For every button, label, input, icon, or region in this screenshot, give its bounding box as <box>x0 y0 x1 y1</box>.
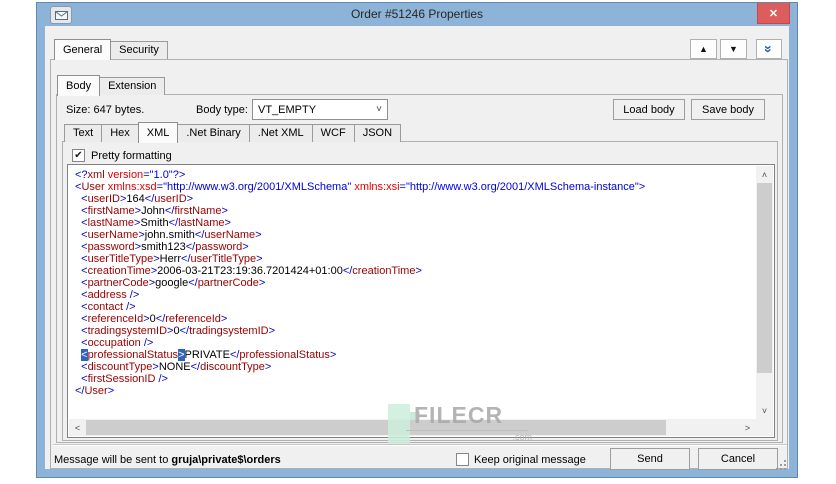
tab-general[interactable]: General <box>54 39 112 60</box>
size-label: Size: 647 bytes. <box>66 104 145 116</box>
tab-body[interactable]: Body <box>57 75 101 96</box>
xml-content: <?xml version="1.0"?> <User xmlns:xsd="ht… <box>69 166 756 419</box>
scroll-up-icon[interactable]: ˄ <box>756 166 773 183</box>
body-type-select[interactable]: VT_EMPTY ˅ <box>252 99 388 120</box>
down-arrow-icon: ▼ <box>729 43 738 54</box>
xml-line: <tradingsystemID>0</tradingsystemID> <box>81 325 276 337</box>
collapse-button[interactable]: » <box>756 39 782 59</box>
move-previous-message-button[interactable]: ▲ <box>690 39 717 59</box>
tab--net-xml[interactable]: .Net XML <box>248 124 313 142</box>
dialog-body: General Security ▲ ▼ » Body Extension Size… <box>45 26 789 472</box>
up-arrow-icon: ▲ <box>699 43 708 54</box>
tab--net-binary[interactable]: .Net Binary <box>177 124 250 142</box>
xml-line: <userID>164</userID> <box>81 193 194 205</box>
vertical-scroll-thumb[interactable] <box>757 183 772 373</box>
body-type-label: Body type: <box>196 104 248 116</box>
close-button[interactable]: ✕ <box>757 3 790 24</box>
xml-viewer[interactable]: <?xml version="1.0"?> <User xmlns:xsd="ht… <box>67 164 775 438</box>
watermark-suffix: .com <box>512 432 532 442</box>
xml-line: <password>smith123</password> <box>81 241 249 253</box>
xml-line: <partnerCode>google</partnerCode> <box>81 277 266 289</box>
keep-original-checkbox[interactable] <box>456 453 469 466</box>
chevron-down-icon: ˅ <box>376 104 382 115</box>
envelope-icon <box>50 6 72 24</box>
send-button[interactable]: Send <box>610 448 690 470</box>
xml-vertical-scrollbar[interactable]: ˄ ˅ <box>756 166 773 419</box>
watermark-text: FILECR <box>414 402 504 428</box>
pretty-formatting-checkbox[interactable]: ✔ <box>72 149 85 162</box>
scroll-down-icon[interactable]: ˅ <box>756 402 773 419</box>
filecr-logo-icon <box>388 404 420 444</box>
close-icon: ✕ <box>768 7 779 20</box>
xml-line: <firstSessionID /> <box>81 373 168 385</box>
watermark-divider <box>406 430 528 431</box>
tab-xml[interactable]: XML <box>137 122 179 143</box>
xml-line: <creationTime>2006-03-21T23:19:36.720142… <box>81 265 422 277</box>
tab-json[interactable]: JSON <box>353 124 402 142</box>
xml-line: <userTitleType>Herr</userTitleType> <box>81 253 263 265</box>
filecr-watermark: FILECR .com <box>388 402 534 446</box>
keep-original-label: Keep original message <box>474 454 586 466</box>
titlebar[interactable]: Order #51246 Properties ✕ <box>37 3 797 26</box>
destination-message: Message will be sent to gruja\private$\or… <box>54 450 281 470</box>
double-chevron-down-icon: » <box>760 45 777 53</box>
properties-dialog: Order #51246 Properties ✕ General Securit… <box>36 2 798 478</box>
body-tabs: Body Extension <box>57 74 166 96</box>
format-tabs: Text Hex XML .Net Binary .Net XML WCF JSON <box>64 121 402 143</box>
screenshot-canvas: Order #51246 Properties ✕ General Securit… <box>0 0 836 484</box>
xml-line: </User> <box>75 385 115 397</box>
scrollbar-corner <box>756 419 773 436</box>
message-prefix: Message will be sent to <box>54 454 169 466</box>
scroll-left-icon[interactable]: ˂ <box>69 419 86 436</box>
load-body-button[interactable]: Load body <box>613 99 685 120</box>
cancel-button[interactable]: Cancel <box>698 448 778 470</box>
xml-line: <address /> <box>81 289 140 301</box>
page-tabs: General Security <box>54 38 168 60</box>
body-type-value: VT_EMPTY <box>258 103 317 116</box>
xml-line: <occupation /> <box>81 337 154 349</box>
tab-extension[interactable]: Extension <box>99 77 166 95</box>
tab-wcf[interactable]: WCF <box>311 124 355 142</box>
xml-line: <referenceId>0</referenceId> <box>81 313 228 325</box>
xml-line: <contact /> <box>81 301 136 313</box>
save-body-button[interactable]: Save body <box>691 99 765 120</box>
resize-grip[interactable] <box>776 460 788 472</box>
xml-line: <professionalStatus>PRIVATE</professiona… <box>81 349 337 361</box>
tab-hex[interactable]: Hex <box>101 124 139 142</box>
xml-line: <userName>john.smith</userName> <box>81 229 262 241</box>
scroll-right-icon[interactable]: ˃ <box>739 419 756 436</box>
horizontal-scroll-thumb[interactable] <box>86 420 666 435</box>
destination-queue-path: gruja\private$\orders <box>171 454 281 466</box>
move-next-message-button[interactable]: ▼ <box>720 39 747 59</box>
xml-line: <lastName>Smith</lastName> <box>81 217 231 229</box>
tab-security[interactable]: Security <box>110 41 168 59</box>
pretty-formatting-label: Pretty formatting <box>91 150 172 162</box>
tab-text[interactable]: Text <box>64 124 103 142</box>
xml-line: <?xml version="1.0"?> <box>75 169 186 181</box>
window-title: Order #51246 Properties <box>350 7 484 21</box>
xml-line: <discountType>NONE</discountType> <box>81 361 272 373</box>
xml-line: <User xmlns:xsd="http://www.w3.org/2001/… <box>75 181 646 193</box>
xml-line: <firstName>John</firstName> <box>81 205 228 217</box>
